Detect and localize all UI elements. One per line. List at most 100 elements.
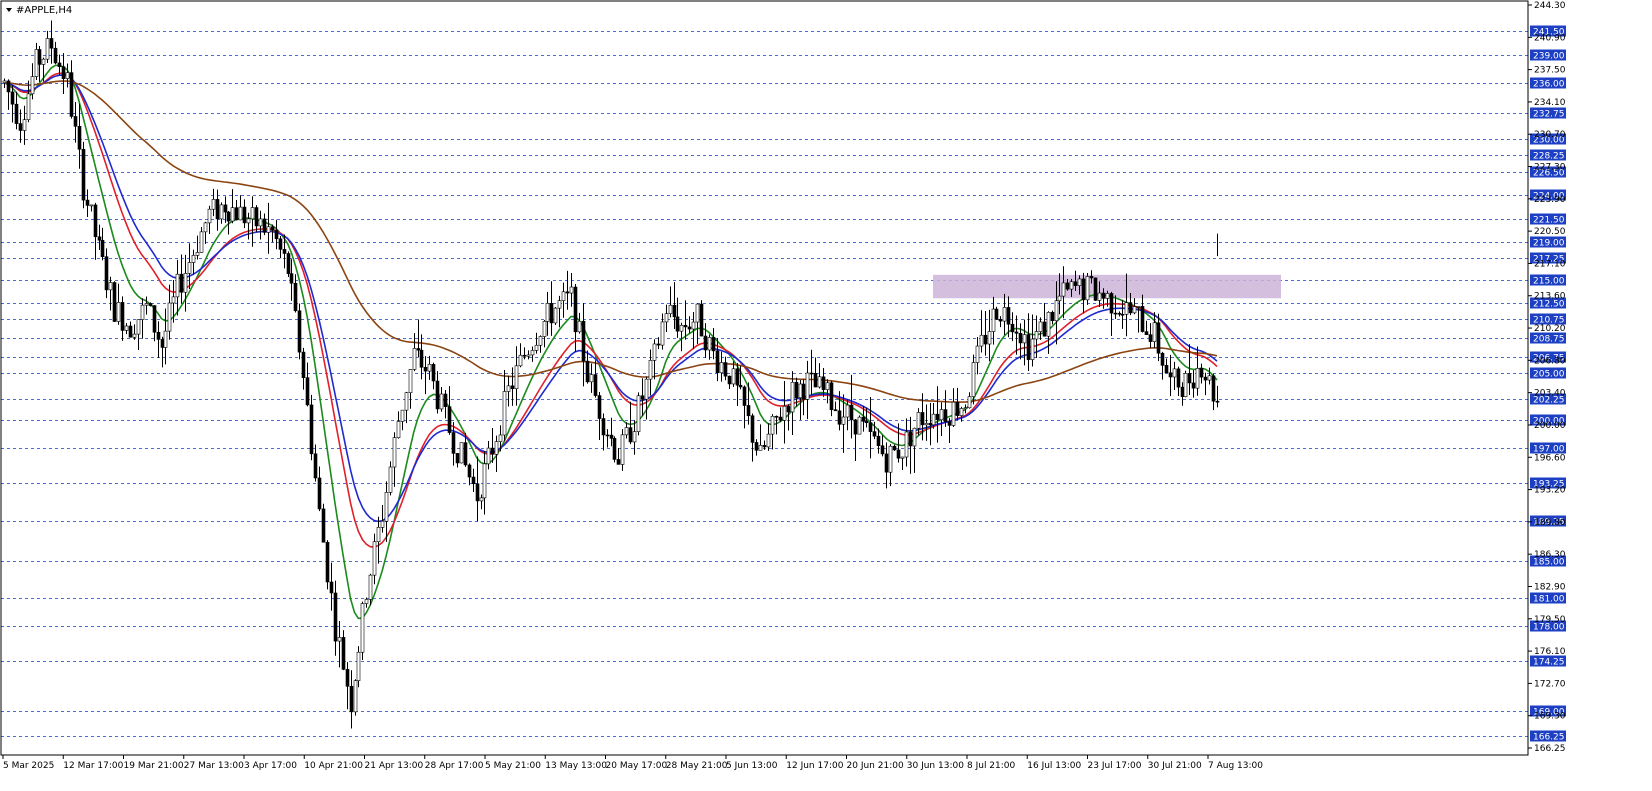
candle-bear[interactable] [1203,376,1208,381]
candle-bear[interactable] [746,405,751,417]
candle-bull[interactable] [368,574,373,600]
candle-bear[interactable] [947,421,952,426]
candle-bear[interactable] [943,409,948,422]
candle-bull[interactable] [41,58,46,65]
candle-bull[interactable] [518,354,523,367]
candle-bear[interactable] [447,406,452,433]
candle-bear[interactable] [49,38,54,49]
candle-bull[interactable] [991,308,996,332]
candle-bull[interactable] [219,204,224,220]
candle-bull[interactable] [230,207,235,222]
candle-bull[interactable] [167,302,172,332]
candle-bear[interactable] [1176,368,1181,388]
candle-bull[interactable] [89,204,94,207]
candle-bear[interactable] [463,442,468,466]
candle-bull[interactable] [408,369,413,393]
candle-bull[interactable] [26,93,31,120]
candle-bull[interactable] [1152,322,1157,342]
candle-bear[interactable] [215,199,220,220]
candle-bear[interactable] [861,416,866,422]
candle-bull[interactable] [163,330,168,348]
candle-bear[interactable] [128,325,133,338]
candle-bull[interactable] [924,422,929,426]
candle-bull[interactable] [1057,295,1062,302]
candle-bear[interactable] [994,308,999,320]
candle-bull[interactable] [632,431,637,443]
candle-bull[interactable] [648,360,653,380]
candle-bear[interactable] [549,303,554,324]
candle-bear[interactable] [85,199,90,206]
candle-bear[interactable] [297,310,302,353]
candle-bull[interactable] [1124,302,1129,315]
candle-bull[interactable] [679,324,684,332]
candle-bull[interactable] [719,362,724,374]
candle-bear[interactable] [93,204,98,238]
candle-bear[interactable] [333,592,338,642]
candle-bear[interactable] [1006,307,1011,325]
candle-bear[interactable] [955,401,960,416]
candle-bull[interactable] [1002,307,1007,322]
candle-bear[interactable] [778,416,783,421]
candle-bear[interactable] [1014,331,1019,334]
candle-bear[interactable] [762,445,767,448]
candle-bear[interactable] [1113,312,1118,315]
candle-bear[interactable] [278,238,283,250]
candle-bull[interactable] [207,208,212,224]
candle-bear[interactable] [1156,322,1161,354]
candle-bear[interactable] [774,415,779,418]
candle-bear[interactable] [1148,334,1153,342]
candle-bull[interactable] [912,427,917,447]
candle-bull[interactable] [203,222,208,233]
candle-bull[interactable] [1054,300,1059,322]
candle-bear[interactable] [1101,292,1106,299]
candle-bull[interactable] [1105,293,1110,299]
candle-bear[interactable] [53,47,58,64]
candle-bull[interactable] [266,226,271,233]
candle-bull[interactable] [372,541,377,576]
candle-bear[interactable] [1018,332,1023,344]
candle-bull[interactable] [644,378,649,400]
candle-bear[interactable] [1042,321,1047,337]
candle-bull[interactable] [360,603,365,653]
candle-bear[interactable] [100,239,105,257]
candle-bull[interactable] [857,416,862,435]
candle-bull[interactable] [557,300,562,309]
candle-bear[interactable] [565,291,570,294]
candle-bull[interactable] [238,206,243,221]
candle-bull[interactable] [805,372,810,400]
candle-bull[interactable] [790,381,795,413]
candle-bear[interactable] [112,282,117,322]
candle-bear[interactable] [813,372,818,388]
candle-bear[interactable] [703,335,708,351]
candle-bear[interactable] [270,226,275,231]
candle-bear[interactable] [786,405,791,413]
candle-bear[interactable] [6,80,11,93]
candle-bull[interactable] [22,119,27,131]
candle-bull[interactable] [30,76,35,95]
candle-bear[interactable] [935,413,940,421]
candle-bear[interactable] [699,303,704,337]
candle-bear[interactable] [329,581,334,594]
candle-bear[interactable] [223,204,228,213]
candle-bull[interactable] [1034,331,1039,340]
candle-bear[interactable] [601,418,606,436]
candle-bear[interactable] [18,123,23,131]
candle-bull[interactable] [971,362,976,397]
candle-bear[interactable] [821,376,826,390]
candle-bull[interactable] [939,409,944,421]
candle-bull[interactable] [770,415,775,435]
candle-bull[interactable] [636,395,641,432]
candle-bull[interactable] [888,445,893,473]
candle-bull[interactable] [589,374,594,383]
candle-bear[interactable] [1093,277,1098,301]
candle-bull[interactable] [479,497,484,502]
candle-bull[interactable] [660,321,665,346]
candle-bear[interactable] [794,381,799,399]
candle-bull[interactable] [841,416,846,425]
candle-bull[interactable] [1097,292,1102,301]
candle-bull[interactable] [195,252,200,256]
candle-bear[interactable] [61,66,66,79]
candle-bear[interactable] [274,229,279,240]
candle-bull[interactable] [731,368,736,385]
candle-bear[interactable] [880,445,885,455]
